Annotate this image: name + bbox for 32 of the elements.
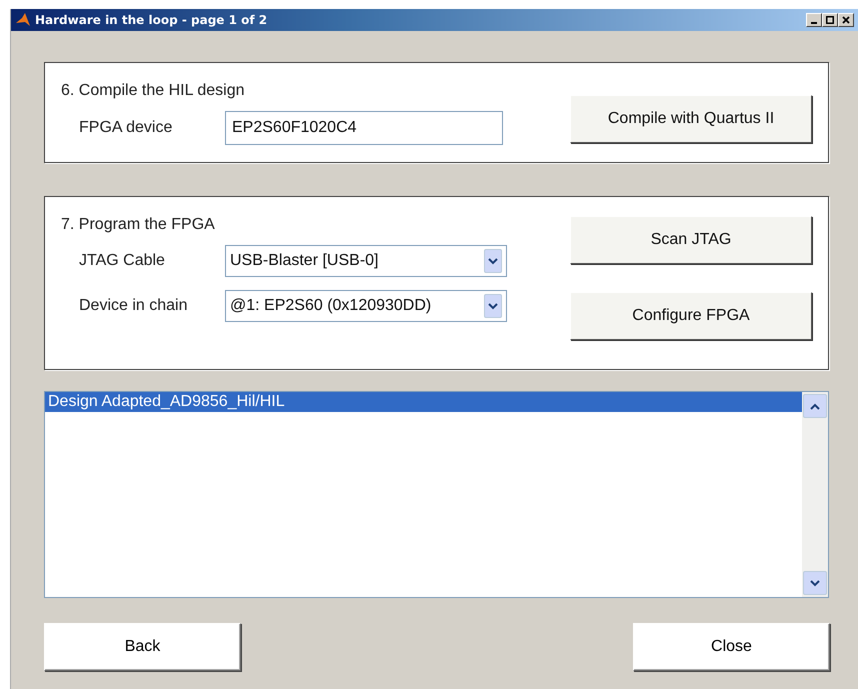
section-title: 7. Program the FPGA [61,215,216,235]
section-title: 6. Compile the HIL design [61,81,246,101]
close-button[interactable] [838,13,854,27]
dropdown-arrow-button[interactable] [484,294,502,318]
dropdown-arrow-button[interactable] [484,249,502,273]
dialog-button[interactable]: Back [44,623,241,671]
field-label: JTAG Cable [79,251,166,271]
log-entry[interactable]: Design Adapted_AD9856_Hil/HIL [45,392,802,412]
chevron-down-icon [488,258,498,264]
dropdown[interactable]: USB-Blaster [USB-0] [225,245,507,277]
field-label: Device in chain [79,296,188,316]
action-button[interactable]: Configure FPGA [570,292,812,340]
maximize-button[interactable] [822,13,838,27]
chevron-down-icon [488,302,498,310]
logo-icon [15,12,31,28]
dropdown[interactable]: @1: EP2S60 (0x120930DD) [225,290,507,322]
chevron-up-icon [810,402,820,410]
field-label: FPGA device [79,118,174,138]
chevron-down-icon [810,580,820,586]
scroll-down-button[interactable] [803,571,827,595]
action-button[interactable]: Scan JTAG [570,216,812,264]
minimize-button[interactable] [806,13,822,27]
maximize-icon [826,16,834,24]
text-field[interactable]: EP2S60F1020C4 [225,111,503,145]
action-button[interactable]: Compile with Quartus II [570,95,812,143]
scroll-up-button[interactable] [803,394,827,418]
scrollbar[interactable] [802,392,828,597]
log-listbox[interactable]: Design Adapted_AD9856_Hil/HIL [44,391,829,598]
minimize-icon [811,22,817,24]
dialog-button[interactable]: Close [633,623,830,671]
window-title: Hardware in the loop - page 1 of 2 [35,13,268,27]
close-icon [842,16,850,24]
